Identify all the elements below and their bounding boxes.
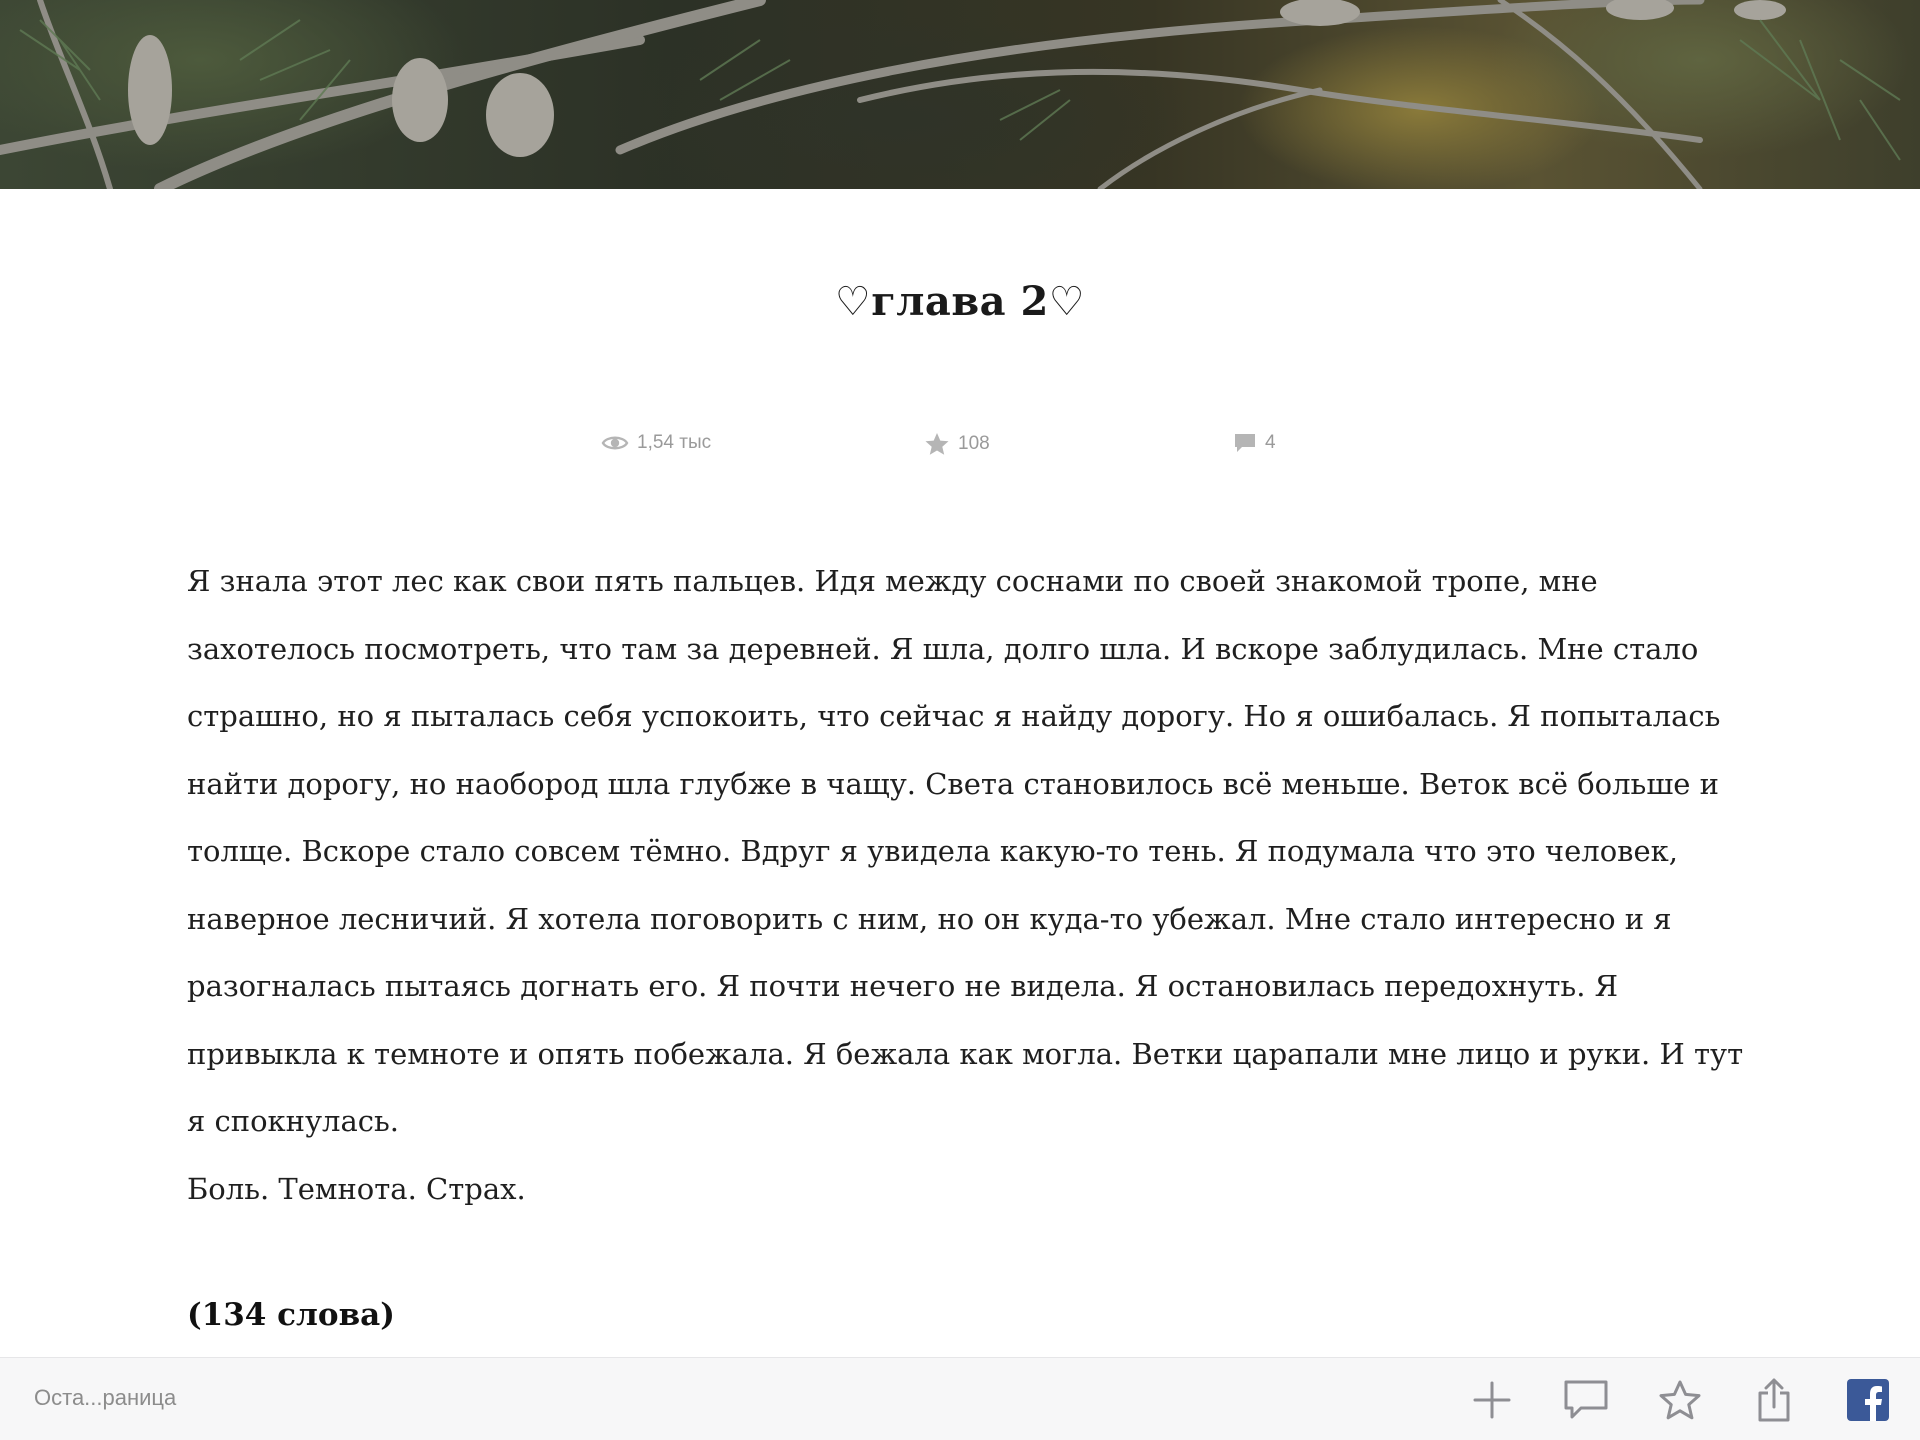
comment-icon (1564, 1380, 1608, 1419)
chapter-text: Я знала этот лес как свои пять пальцев. … (187, 548, 1747, 1223)
chapter-stats: 1,54 тыс 108 4 (0, 432, 1920, 464)
star-icon (1659, 1380, 1701, 1420)
plus-icon (1473, 1381, 1511, 1419)
word-count: (134 слова) (187, 1297, 395, 1333)
pine-branches-photo (0, 0, 1901, 189)
stars-stat: 108 (924, 432, 990, 456)
share-button[interactable] (1750, 1376, 1798, 1424)
views-stat: 1,54 тыс (601, 432, 711, 454)
paragraph: Я знала этот лес как свои пять пальцев. … (187, 564, 1744, 1138)
header-image (0, 0, 1920, 189)
add-button[interactable] (1468, 1376, 1516, 1424)
facebook-icon (1847, 1379, 1889, 1421)
eye-icon (601, 436, 629, 450)
vote-button[interactable] (1656, 1376, 1704, 1424)
stars-count: 108 (958, 433, 990, 454)
views-count: 1,54 тыс (637, 432, 712, 453)
share-icon (1758, 1378, 1790, 1422)
comment-icon (1235, 434, 1255, 452)
bottom-toolbar: Оста...раница (0, 1357, 1920, 1440)
page-status-label: Оста...раница (34, 1385, 177, 1410)
star-icon (925, 433, 949, 455)
chapter-title: ♡глава 2♡ (834, 278, 1086, 325)
comments-count: 4 (1265, 432, 1276, 453)
facebook-share-button[interactable] (1844, 1376, 1892, 1424)
comment-button[interactable] (1562, 1376, 1610, 1424)
comments-stat: 4 (1233, 432, 1276, 454)
paragraph: Боль. Темнота. Страх. (187, 1171, 526, 1206)
